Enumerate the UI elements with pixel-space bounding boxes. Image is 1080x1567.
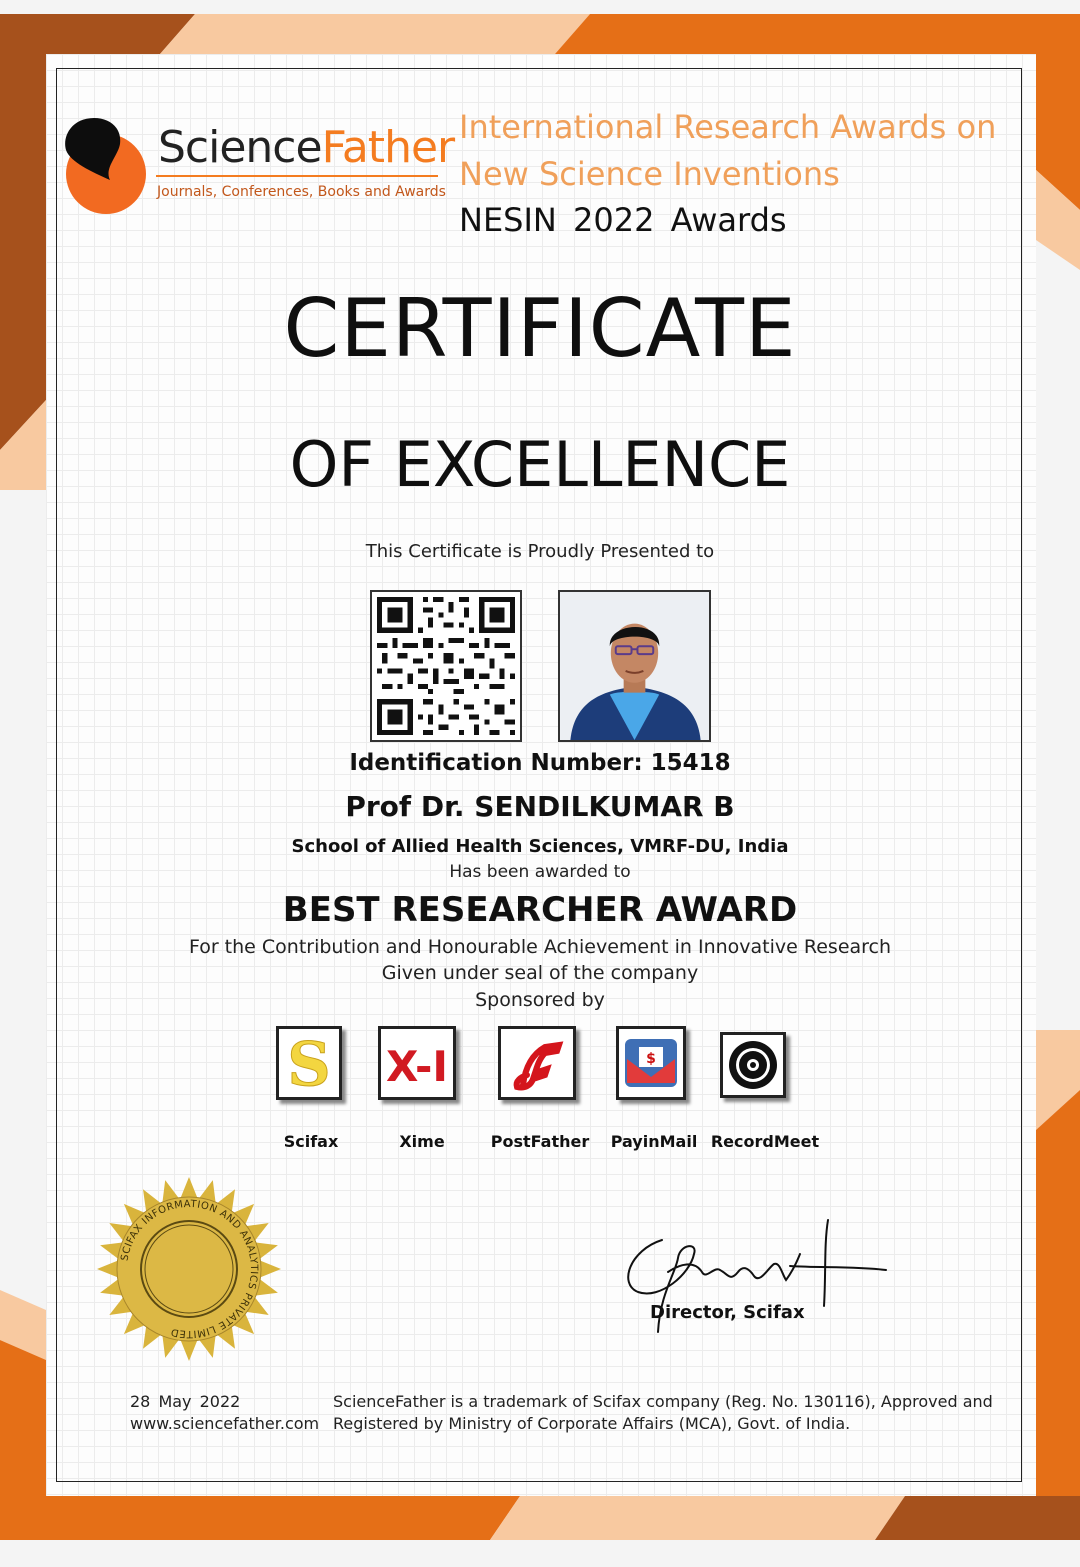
trademark-line1: ScienceFather is a trademark of Scifax c… <box>333 1392 993 1411</box>
recipient-name: Prof Dr. SENDILKUMAR B <box>345 790 735 823</box>
trademark-line2: Registered by Ministry of Corporate Affa… <box>333 1414 851 1433</box>
director-signature <box>627 1219 887 1333</box>
event-title-line1: International Research Awards on <box>459 108 997 146</box>
brand-name: ScienceFather <box>158 122 455 173</box>
brand-tagline: Journals, Conferences, Books and Awards <box>157 184 446 200</box>
sponsor-label-xime: Xime <box>399 1132 445 1151</box>
sciencefather-logo-icon <box>65 118 146 214</box>
postfather-logo-icon <box>498 1026 576 1100</box>
certificate-subtitle: OF EXCELLENCE <box>289 428 791 501</box>
certificate-title: CERTIFICATE <box>283 282 797 375</box>
svg-text:S: S <box>287 1030 330 1097</box>
qr-code-icon <box>370 590 522 742</box>
website-url: www.sciencefather.com <box>130 1414 320 1433</box>
sponsor-label-payinmail: PayinMail <box>610 1132 698 1151</box>
issue-date: 28 May 2022 <box>130 1392 241 1411</box>
sponsor-label-scifax: Scifax <box>283 1132 339 1151</box>
signatory-title: Director, Scifax <box>650 1302 805 1323</box>
sponsor-label-recordmeet: RecordMeet <box>710 1132 820 1151</box>
sponsored-by-text: Sponsored by <box>475 989 605 1011</box>
recipient-photo <box>558 590 711 742</box>
brand-underline <box>156 175 438 177</box>
award-description: For the Contribution and Honourable Achi… <box>188 936 892 958</box>
company-seal-icon: SCIFAX INFORMATION AND ANALYTICS PRIVATE… <box>97 1177 281 1361</box>
event-title-line3: NESIN 2022 Awards <box>459 201 787 239</box>
recordmeet-logo-icon <box>720 1032 786 1098</box>
recipient-affiliation: School of Allied Health Sciences, VMRF-D… <box>291 836 789 857</box>
identification-number: Identification Number: 15418 <box>349 750 731 776</box>
payinmail-logo-icon: $ <box>616 1026 686 1100</box>
event-title-line2: New Science Inventions <box>459 155 840 193</box>
award-title: BEST RESEARCHER AWARD <box>282 890 798 930</box>
scifax-logo-icon: S <box>276 1026 342 1101</box>
presented-to-text: This Certificate is Proudly Presented to <box>365 541 715 562</box>
svg-text:$: $ <box>646 1051 656 1067</box>
seal-statement: Given under seal of the company <box>381 962 699 984</box>
xime-logo-icon: X-I <box>378 1026 456 1100</box>
sponsor-label-postfather: PostFather <box>490 1132 590 1151</box>
awarded-to-text: Has been awarded to <box>449 862 631 882</box>
svg-text:X-I: X-I <box>386 1042 448 1091</box>
